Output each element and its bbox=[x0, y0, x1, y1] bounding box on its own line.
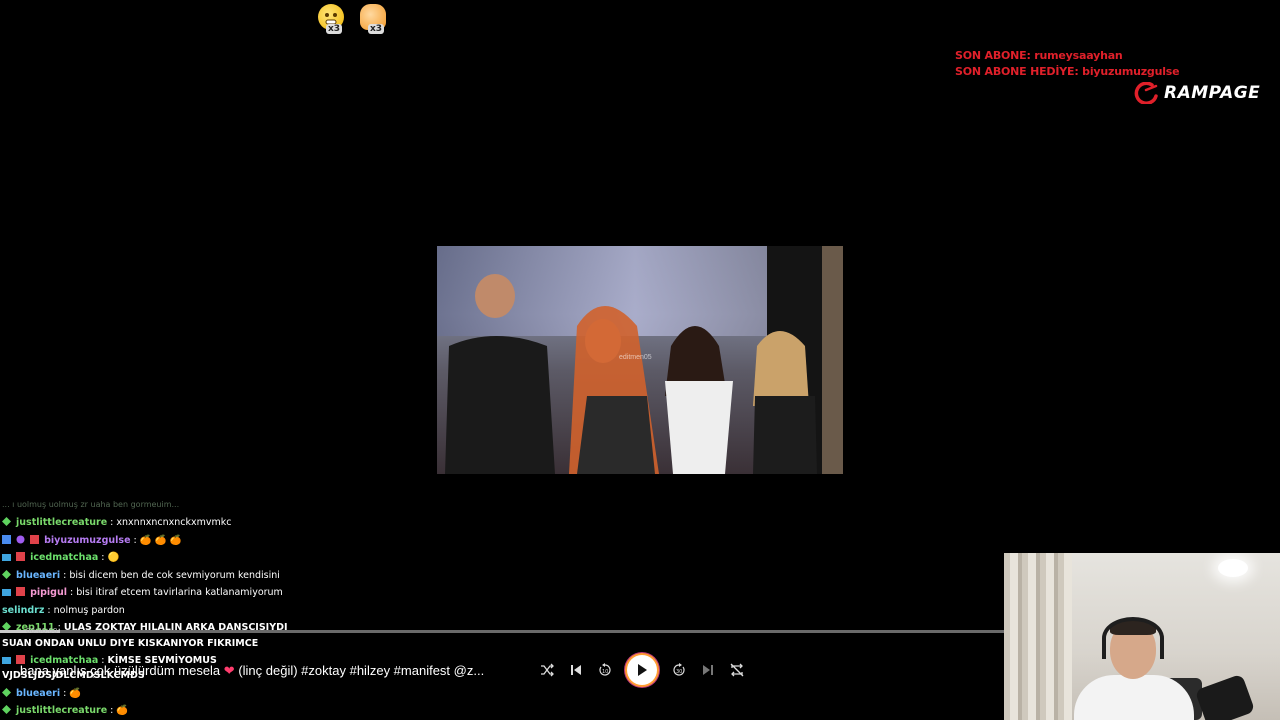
diamond-badge-icon bbox=[2, 570, 11, 579]
badge-icon bbox=[2, 552, 11, 561]
svg-text:30: 30 bbox=[676, 669, 682, 675]
badge-icon bbox=[30, 535, 40, 544]
chat-text: 🍊 🍊 🍊 bbox=[139, 535, 182, 546]
chat-message: pipigul : bisi itiraf etcem tavirlarina … bbox=[2, 586, 283, 600]
emote-count: x3 bbox=[326, 24, 343, 34]
chat-username[interactable]: selindrz bbox=[2, 605, 44, 616]
song-title-start: bana yanlış çok üzülürdüm mesela bbox=[20, 663, 221, 678]
webcam-feed bbox=[1004, 553, 1280, 720]
headset-icon bbox=[1102, 617, 1164, 659]
svg-text:10: 10 bbox=[602, 669, 608, 675]
chat-username[interactable]: justlittlecreature bbox=[16, 517, 107, 528]
chat-username[interactable]: icedmatchaa bbox=[30, 552, 98, 563]
chat-message: justlittlecreature : 🍊 bbox=[2, 704, 128, 718]
last-gift-subscriber: SON ABONE HEDİYE: biyuzumuzgulse bbox=[955, 65, 1180, 78]
chat-message: blueaeri : 🍊 bbox=[2, 687, 81, 701]
ceiling-lamp bbox=[1218, 559, 1248, 577]
diamond-badge-icon bbox=[2, 705, 11, 714]
diamond-badge-icon bbox=[2, 517, 11, 526]
playback-progress-bar[interactable] bbox=[0, 630, 1005, 633]
emote-grimace-icon: x3 bbox=[318, 4, 344, 34]
video-player[interactable]: editmen05 bbox=[437, 246, 843, 474]
song-title-end: (linç değil) #zoktay #hilzey #manifest @… bbox=[238, 663, 485, 678]
chat-message: biyuzumuzgulse : 🍊 🍊 🍊 bbox=[2, 534, 181, 548]
popcorn-icon: x3 bbox=[360, 4, 386, 34]
brand-logo: RAMPAGE bbox=[1132, 82, 1260, 104]
chat-message: selindrz : nolmuş pardon bbox=[2, 605, 125, 616]
chat-username[interactable]: pipigul bbox=[30, 587, 67, 598]
play-button[interactable] bbox=[627, 655, 657, 685]
webcam-wallpaper bbox=[1004, 553, 1072, 720]
chat-message: icedmatchaa : 🟡 bbox=[2, 551, 119, 565]
chat-username[interactable]: justlittlecreature bbox=[16, 705, 107, 716]
badge-icon bbox=[16, 552, 26, 561]
chat-partial-line: ... ı uolmuş uolmuş zr uaha ben gormeuim… bbox=[2, 500, 180, 509]
chat-username[interactable]: blueaeri bbox=[16, 688, 60, 699]
last-subscriber: SON ABONE: rumeysaayhan bbox=[955, 49, 1123, 62]
now-playing-title: bana yanlış çok üzülürdüm mesela ❤ (linç… bbox=[20, 663, 484, 679]
badge-icon bbox=[2, 655, 11, 664]
badge-icon bbox=[16, 587, 26, 596]
chat-continuation: SUAN ONDAN UNLU DIYE KISKANIYOR FIKRIMCE bbox=[2, 638, 259, 649]
repeat-off-icon[interactable] bbox=[726, 659, 748, 681]
chat-text: 🍊 bbox=[69, 688, 82, 699]
chat-text: xnxnnxncnxnckxmvmkc bbox=[116, 517, 232, 528]
diamond-badge-icon bbox=[2, 688, 11, 697]
badge-icon bbox=[16, 535, 25, 544]
chat-message: blueaeri : bisi dicem ben de cok sevmiyo… bbox=[2, 569, 280, 583]
streamer-body bbox=[1074, 675, 1194, 720]
player-controls: 10 30 bbox=[536, 654, 755, 686]
forward-30-icon[interactable]: 30 bbox=[668, 659, 690, 681]
badge-icon bbox=[2, 587, 11, 596]
chat-text: bisi dicem ben de cok sevmiyorum kendisi… bbox=[69, 570, 280, 581]
chat-text: nolmuş pardon bbox=[53, 605, 125, 616]
rampage-logo-icon bbox=[1134, 82, 1158, 104]
shuffle-icon[interactable] bbox=[536, 659, 558, 681]
playback-time: 00:00:00 bbox=[26, 627, 58, 635]
chat-message: justlittlecreature : xnxnnxncnxnckxmvmkc bbox=[2, 516, 231, 530]
rewind-10-icon[interactable]: 10 bbox=[594, 659, 616, 681]
next-icon[interactable] bbox=[697, 659, 719, 681]
heart-icon: ❤ bbox=[223, 663, 235, 678]
chat-username[interactable]: blueaeri bbox=[16, 570, 60, 581]
play-icon bbox=[638, 664, 647, 676]
chat-text: 🟡 bbox=[107, 552, 120, 563]
chat-text: bisi itiraf etcem tavirlarina katlanamiy… bbox=[76, 587, 283, 598]
chat-username[interactable]: biyuzumuzgulse bbox=[44, 535, 130, 546]
subscriber-info: SON ABONE: rumeysaayhan SON ABONE HEDİYE… bbox=[955, 48, 1180, 80]
chat-text: 🍊 bbox=[116, 705, 129, 716]
badge-icon bbox=[2, 535, 11, 544]
microphone-icon bbox=[1194, 673, 1256, 720]
emote-count: x3 bbox=[368, 24, 385, 34]
video-watermark: editmen05 bbox=[619, 354, 652, 361]
previous-icon[interactable] bbox=[565, 659, 587, 681]
brand-name: RAMPAGE bbox=[1164, 83, 1261, 103]
